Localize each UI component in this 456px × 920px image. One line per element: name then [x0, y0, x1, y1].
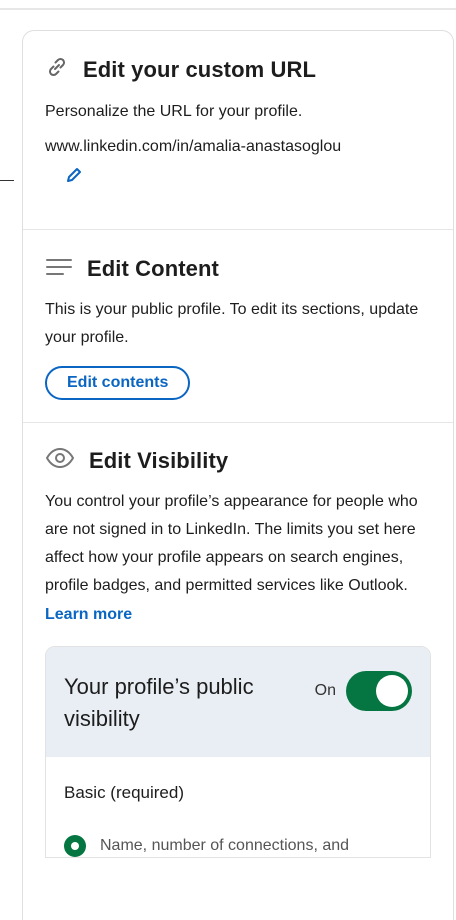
- toggle-knob: [376, 675, 408, 707]
- pencil-icon: [65, 166, 83, 189]
- edit-content-header: Edit Content: [45, 256, 431, 282]
- basic-radio-selected[interactable]: [64, 835, 86, 857]
- eye-icon: [45, 447, 75, 474]
- public-visibility-title: Your profile’s public visibility: [64, 674, 254, 731]
- public-visibility-header: Your profile’s public visibility On: [46, 647, 430, 757]
- edit-visibility-title: Edit Visibility: [89, 447, 229, 473]
- learn-more-link[interactable]: Learn more: [45, 606, 132, 624]
- profile-url: www.linkedin.com/in/amalia-anastasoglou: [45, 138, 342, 155]
- edit-contents-button[interactable]: Edit contents: [45, 366, 191, 400]
- edit-visibility-header: Edit Visibility: [45, 447, 431, 474]
- public-visibility-body: Basic (required) Name, number of connect…: [46, 757, 430, 857]
- top-divider: [0, 8, 456, 10]
- basic-item-row: Name, number of connections, and: [64, 835, 412, 857]
- edit-content-section: Edit Content This is your public profile…: [23, 230, 453, 423]
- toggle-state-label: On: [314, 682, 336, 699]
- basic-required-label: Basic (required): [64, 783, 184, 802]
- public-profile-settings-card: Edit your custom URL Personalize the URL…: [22, 30, 454, 920]
- custom-url-header: Edit your custom URL: [45, 55, 431, 84]
- left-edge-line: [0, 180, 14, 181]
- custom-url-section: Edit your custom URL Personalize the URL…: [23, 31, 453, 230]
- edit-content-description: This is your public profile. To edit its…: [45, 301, 419, 346]
- lines-icon: [45, 257, 73, 282]
- custom-url-title: Edit your custom URL: [83, 56, 317, 82]
- edit-url-button[interactable]: [63, 166, 85, 188]
- visibility-toggle-group: On: [315, 671, 412, 711]
- edit-visibility-description: You control your profile’s appearance fo…: [45, 493, 418, 594]
- basic-item-label: Name, number of connections, and: [100, 837, 350, 854]
- custom-url-description: Personalize the URL for your profile.: [45, 103, 303, 120]
- public-visibility-panel: Your profile’s public visibility On Basi…: [45, 646, 431, 858]
- edit-content-title: Edit Content: [87, 256, 219, 281]
- link-icon: [45, 55, 69, 84]
- edit-visibility-section: Edit Visibility You control your profile…: [23, 423, 453, 876]
- public-visibility-toggle[interactable]: [346, 671, 412, 711]
